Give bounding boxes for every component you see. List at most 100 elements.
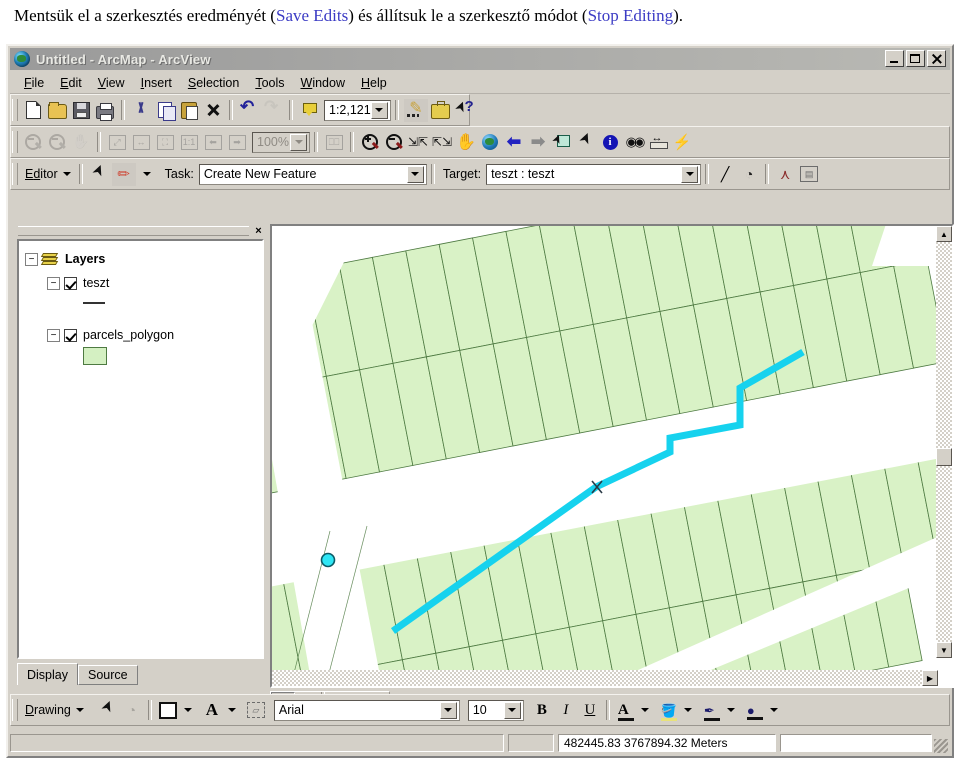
go-back-extent-icon[interactable]: ⬅ bbox=[201, 131, 225, 154]
menu-item-file[interactable]: FFileile bbox=[16, 74, 52, 92]
back-extent-icon[interactable]: ⬅ bbox=[502, 131, 526, 154]
task-combo[interactable]: Create New Feature bbox=[198, 163, 427, 185]
pan-layout-icon[interactable]: ✋ bbox=[69, 131, 93, 154]
menu-item-tools[interactable]: Tools bbox=[247, 74, 292, 92]
menu-item-help[interactable]: Help bbox=[353, 74, 395, 92]
expander-icon[interactable]: − bbox=[47, 328, 60, 342]
line-color-icon[interactable]: ✒ bbox=[700, 699, 724, 722]
fixed-zoom-in-icon[interactable]: ⇲⇱ bbox=[406, 131, 430, 154]
bold-button[interactable]: B bbox=[530, 699, 554, 722]
layer-visibility-checkbox[interactable] bbox=[64, 328, 77, 342]
menu-item-insert[interactable]: Insert bbox=[133, 74, 180, 92]
tab-display[interactable]: Display bbox=[17, 663, 78, 685]
attributes-icon[interactable]: ▤ bbox=[797, 163, 821, 186]
marker-color-icon[interactable]: ● bbox=[743, 699, 767, 722]
toggle-draft-mode-icon[interactable]: ⎕⎕ bbox=[322, 131, 346, 154]
pan-icon[interactable]: ✋ bbox=[454, 131, 478, 154]
add-data-icon[interactable] bbox=[297, 99, 321, 122]
go-forward-extent-icon[interactable]: ➡ bbox=[225, 131, 249, 154]
chevron-down-icon[interactable] bbox=[62, 172, 71, 176]
resize-grip[interactable] bbox=[934, 739, 948, 753]
hyperlink-icon[interactable]: ⚡ bbox=[670, 131, 694, 154]
menu-item-view[interactable]: View bbox=[90, 74, 133, 92]
marker-color-chevron-down-icon[interactable] bbox=[769, 708, 778, 712]
map-scale-combo[interactable]: 1:2,121 bbox=[324, 99, 391, 121]
zoom-out-icon[interactable] bbox=[382, 131, 406, 154]
save-icon[interactable] bbox=[69, 99, 93, 122]
cut-icon[interactable] bbox=[129, 99, 153, 122]
map-canvas[interactable]: ▲ ▼ ▶ bbox=[270, 224, 954, 688]
rotate-element-icon[interactable]: ◔ bbox=[120, 699, 144, 722]
paste-icon[interactable] bbox=[177, 99, 201, 122]
text-chevron-down-icon[interactable] bbox=[227, 708, 236, 712]
font-color-chevron-down-icon[interactable] bbox=[640, 708, 649, 712]
scroll-down-icon[interactable]: ▼ bbox=[936, 642, 952, 658]
target-combo[interactable]: teszt : teszt bbox=[486, 163, 702, 185]
select-by-graphics-icon[interactable]: ▱ bbox=[244, 699, 268, 722]
map-horizontal-scrollbar[interactable]: ▶ bbox=[272, 670, 938, 686]
toolbar-grip[interactable] bbox=[12, 99, 18, 121]
menu-item-selection[interactable]: Selection bbox=[180, 74, 247, 92]
fill-color-chevron-down-icon[interactable] bbox=[683, 708, 692, 712]
select-elements-icon[interactable] bbox=[574, 131, 598, 154]
font-size-combo[interactable]: 10 bbox=[467, 699, 524, 721]
rectangle-chevron-down-icon[interactable] bbox=[183, 708, 192, 712]
new-text-icon[interactable]: A bbox=[200, 699, 224, 722]
redo-icon[interactable] bbox=[261, 97, 285, 122]
chevron-down-icon[interactable] bbox=[406, 165, 424, 183]
sketch-tool-icon[interactable]: ✏ bbox=[110, 161, 137, 187]
help-pointer-icon[interactable] bbox=[453, 98, 477, 122]
font-family-combo[interactable]: Arial bbox=[273, 699, 460, 721]
toc-layer-parcels-polygon[interactable]: − parcels_polygon bbox=[19, 325, 262, 345]
toolbar-grip[interactable] bbox=[12, 699, 18, 721]
zoom-in-icon[interactable] bbox=[358, 131, 382, 154]
close-button[interactable] bbox=[927, 50, 946, 67]
map-vertical-scrollbar[interactable]: ▲ ▼ bbox=[936, 226, 952, 658]
line-color-chevron-down-icon[interactable] bbox=[726, 708, 735, 712]
new-icon[interactable] bbox=[21, 99, 45, 122]
font-color-icon[interactable]: A bbox=[614, 699, 638, 722]
arctoolbox-icon[interactable] bbox=[429, 99, 453, 122]
minimize-button[interactable] bbox=[885, 50, 904, 67]
editor-toolbar-icon[interactable] bbox=[402, 97, 429, 123]
layer-visibility-checkbox[interactable] bbox=[64, 276, 77, 290]
toc-layer-teszt[interactable]: − teszt bbox=[19, 273, 262, 293]
zoom-to-last-extent-icon[interactable]: ⛶ bbox=[153, 131, 177, 154]
scroll-up-icon[interactable]: ▲ bbox=[936, 226, 952, 242]
print-icon[interactable] bbox=[93, 99, 117, 122]
identify-icon[interactable]: i bbox=[598, 131, 622, 154]
toolbar-grip[interactable] bbox=[12, 163, 18, 185]
chevron-down-icon[interactable] bbox=[370, 101, 388, 119]
zoom-in-layout-icon[interactable] bbox=[21, 131, 45, 154]
rotate-tool-icon[interactable]: ◔ bbox=[737, 163, 761, 186]
new-rectangle-icon[interactable] bbox=[156, 699, 180, 722]
delete-icon[interactable] bbox=[201, 99, 225, 122]
toc-close-icon[interactable]: × bbox=[251, 224, 266, 238]
toolbar-grip[interactable] bbox=[12, 131, 18, 153]
zoom-out-layout-icon[interactable] bbox=[45, 131, 69, 154]
split-tool-icon[interactable]: ╱ bbox=[713, 163, 737, 186]
toc-tree[interactable]: − Layers − teszt − parcels_polygon bbox=[17, 239, 264, 659]
copy-icon[interactable] bbox=[153, 99, 177, 122]
toc-grip[interactable] bbox=[18, 226, 249, 236]
chevron-down-icon[interactable] bbox=[75, 708, 84, 712]
fixed-zoom-out-icon[interactable]: ⇱⇲ bbox=[430, 131, 454, 154]
fill-color-icon[interactable]: 🪣 bbox=[657, 699, 681, 722]
measure-icon[interactable] bbox=[646, 131, 670, 154]
menu-item-edit[interactable]: Edit bbox=[52, 74, 90, 92]
find-icon[interactable]: ◉◉ bbox=[622, 131, 646, 154]
full-extent-icon[interactable] bbox=[478, 131, 502, 154]
edit-tool-icon[interactable] bbox=[87, 163, 111, 186]
expander-icon[interactable]: − bbox=[47, 276, 60, 290]
underline-button[interactable]: U bbox=[578, 699, 602, 722]
open-icon[interactable] bbox=[45, 99, 69, 122]
chevron-down-icon[interactable] bbox=[681, 165, 699, 183]
sketch-properties-icon[interactable]: ⋏ bbox=[773, 163, 797, 186]
drawing-menu-button[interactable]: DDrawingrawing bbox=[21, 699, 88, 722]
zoom-whole-page-icon[interactable]: ⤢ bbox=[105, 131, 129, 154]
scroll-right-icon[interactable]: ▶ bbox=[922, 670, 938, 686]
expander-icon[interactable]: − bbox=[25, 252, 38, 266]
zoom-100-percent-icon[interactable]: 1:1 bbox=[177, 131, 201, 154]
select-elements-icon[interactable] bbox=[96, 699, 120, 722]
menu-item-window[interactable]: Window bbox=[293, 74, 353, 92]
